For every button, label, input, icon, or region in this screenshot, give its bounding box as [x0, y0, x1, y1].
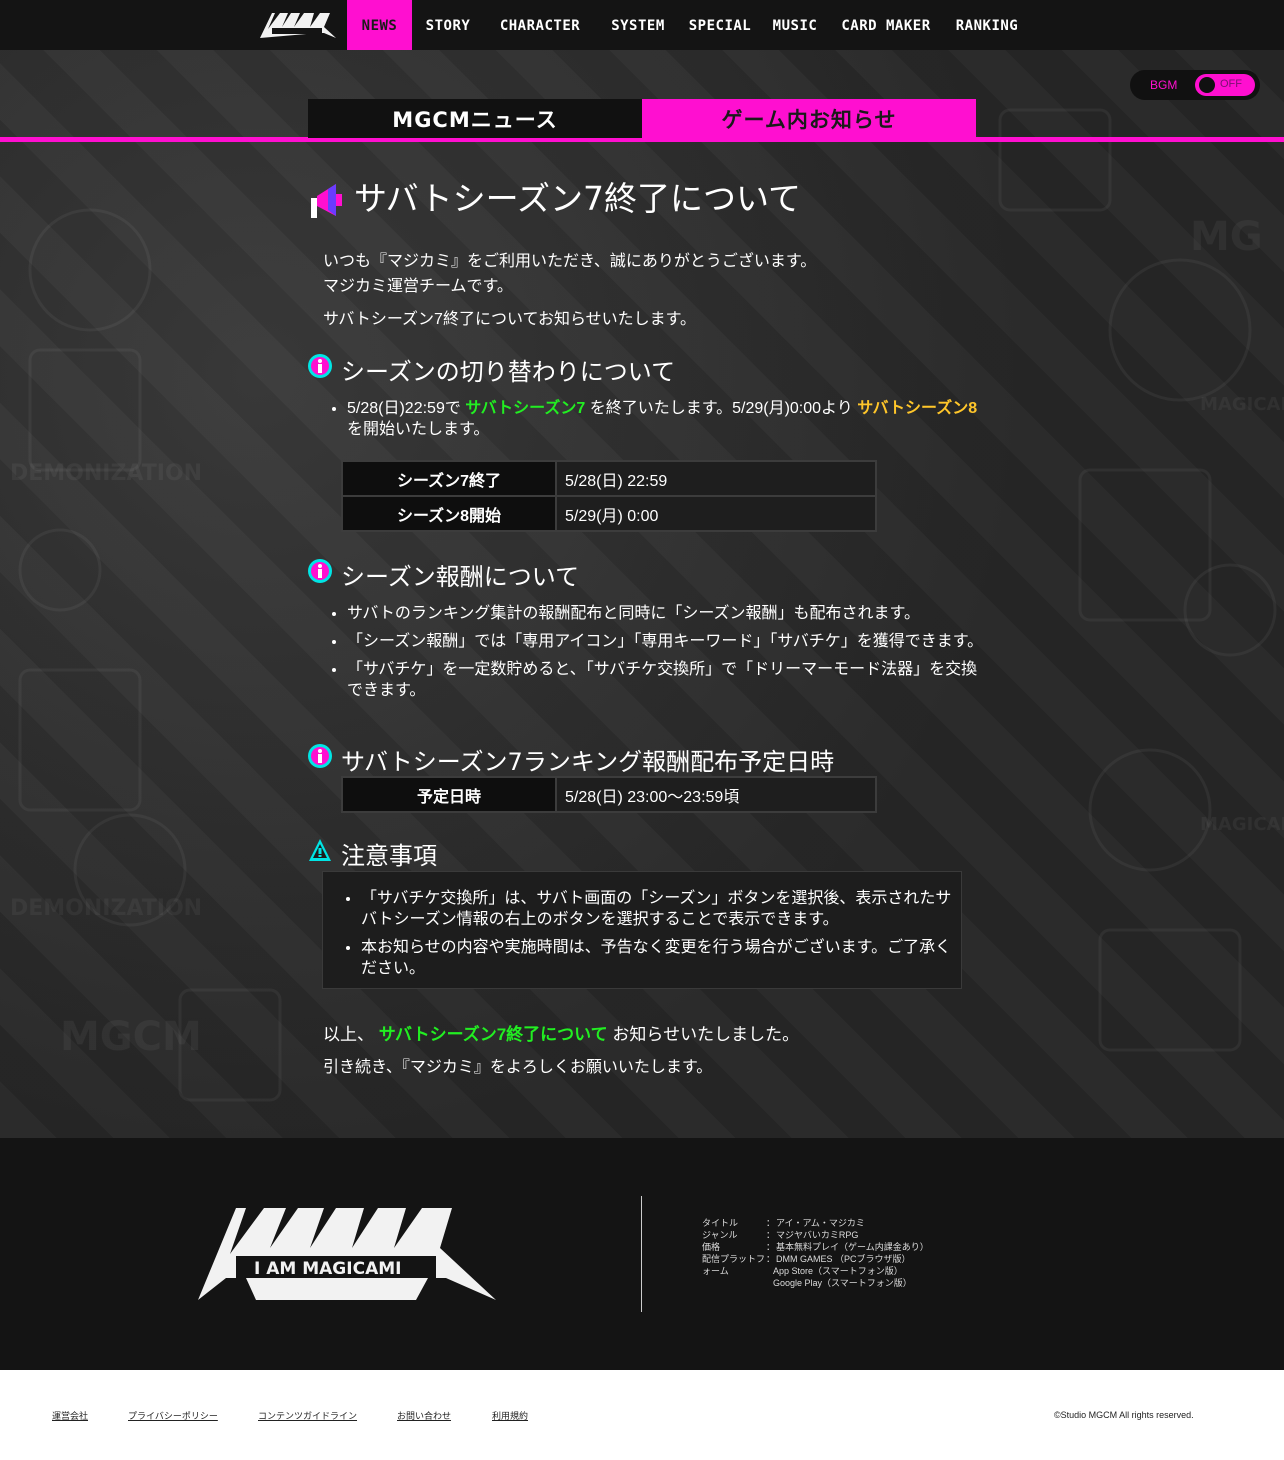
- site-logo[interactable]: [258, 9, 338, 39]
- table-label: シーズン7終了: [341, 460, 557, 497]
- info-value: アイ・アム・マジカミ: [776, 1218, 865, 1228]
- outro-highlight: サバトシーズン7終了について: [378, 1025, 608, 1044]
- section-heading-text: シーズン報酬について: [341, 563, 580, 591]
- info-value: DMM GAMES （PCブラウザ版）: [776, 1254, 911, 1264]
- link-terms[interactable]: 利用規約: [492, 1409, 528, 1422]
- reward-schedule-table: 予定日時 5/28(日) 23:00～23:59頃: [341, 776, 877, 813]
- nav-story[interactable]: STORY: [418, 0, 478, 50]
- table-row: シーズン8開始 5/29(月) 0:00: [341, 495, 877, 532]
- info-value: Google Play（スマートフォン版）: [773, 1278, 912, 1288]
- svg-text:MGCM: MGCM: [60, 1014, 202, 1060]
- info-key: ジャンル: [702, 1230, 738, 1240]
- list-item: 「シーズン報酬」では「専用アイコン」「専用キーワード」「サバチケ」を獲得できます…: [347, 631, 987, 652]
- bgm-toggle[interactable]: BGM OFF: [1130, 70, 1260, 100]
- outro-closing: 引き続き、『マジカミ』をよろしくお願いいたします。: [323, 1059, 713, 1076]
- footer-links-bar: 運営会社 プライバシーポリシー コンテンツガイドライン お問い合わせ 利用規約 …: [0, 1370, 1284, 1460]
- highlight-season7: サバトシーズン7: [465, 400, 586, 417]
- table-label: 予定日時: [341, 776, 557, 813]
- info-key: 価格: [702, 1242, 721, 1252]
- link-contact[interactable]: お問い合わせ: [397, 1409, 451, 1422]
- intro-greeting: いつも『マジカミ』をご利用いただき、誠にありがとうございます。: [323, 253, 817, 270]
- info-value: 基本無料プレイ（ゲーム内課金あり）: [776, 1242, 929, 1252]
- nav-music[interactable]: MUSIC: [770, 0, 820, 50]
- table-value: 5/28(日) 22:59: [555, 460, 877, 497]
- season-rewards-list: サバトのランキング集計の報酬配布と同時に「シーズン報酬」も配布されます。 「シー…: [332, 603, 987, 708]
- info-key: ォーム: [702, 1266, 729, 1276]
- notes-box: 「サバチケ交換所」は、サバト画面の「シーズン」ボタンを選択後、表示されたサバトシ…: [322, 871, 962, 989]
- info-value: App Store（スマートフォン版）: [773, 1266, 903, 1276]
- info-key: 配信プラットフ: [702, 1254, 766, 1264]
- tab-game-notice[interactable]: ゲーム内お知らせ: [642, 99, 976, 138]
- warning-icon: [309, 839, 331, 861]
- intro-notice: サバトシーズン7終了についてお知らせいたします。: [323, 311, 697, 328]
- svg-text:MAGICAMI: MAGICAMI: [1200, 394, 1284, 415]
- info-icon: [308, 559, 332, 583]
- season-switch-list: 5/28(日)22:59で サバトシーズン7 を終了いたします。5/29(月)0…: [332, 398, 987, 447]
- notes-list: 「サバチケ交換所」は、サバト画面の「シーズン」ボタンを選択後、表示されたサバトシ…: [346, 888, 966, 986]
- link-company[interactable]: 運営会社: [52, 1409, 88, 1422]
- highlight-season8: サバトシーズン8: [857, 400, 978, 417]
- svg-text:DEMONIZATION: DEMONIZATION: [10, 896, 202, 921]
- table-label: シーズン8開始: [341, 495, 557, 532]
- nav-card-maker[interactable]: CARD MAKER: [838, 0, 934, 50]
- table-row: 予定日時 5/28(日) 23:00～23:59頃: [341, 776, 877, 813]
- footer: I AM MAGICAMI タイトル： アイ・アム・マジカミ ジャンル： マジヤ…: [0, 1138, 1284, 1370]
- section-heading-text: シーズンの切り替わりについて: [341, 358, 676, 386]
- top-nav: NEWS STORY CHARACTER SYSTEM SPECIAL MUSI…: [0, 0, 1284, 50]
- list-item: 5/28(日)22:59で サバトシーズン7 を終了いたします。5/29(月)0…: [347, 398, 987, 440]
- season-schedule-table: シーズン7終了 5/28(日) 22:59 シーズン8開始 5/29(月) 0:…: [341, 460, 877, 532]
- tab-mgcm-news[interactable]: MGCMニュース: [308, 99, 642, 138]
- section-heading-text: サバトシーズン7ランキング報酬配布予定日時: [341, 748, 835, 776]
- bgm-state: OFF: [1220, 78, 1242, 90]
- bullet-text: 5/28(日)22:59で: [347, 400, 461, 417]
- list-item: 本お知らせの内容や実施時間は、予告なく変更を行う場合がございます。ご了承ください…: [361, 937, 966, 979]
- nav-news[interactable]: NEWS: [347, 0, 412, 50]
- bgm-switch[interactable]: OFF: [1195, 74, 1255, 96]
- article-title: サバトシーズン7終了について: [354, 179, 802, 218]
- list-item: 「サバチケ」を一定数貯めると、「サバチケ交換所」で「ドリーマーモード法器」を交換…: [347, 659, 987, 701]
- table-value: 5/28(日) 23:00～23:59頃: [555, 776, 877, 813]
- nav-character[interactable]: CHARACTER: [494, 0, 586, 50]
- megaphone-icon: [311, 184, 342, 218]
- bullet-text: を開始いたします。: [347, 421, 490, 438]
- nav-ranking[interactable]: RANKING: [952, 0, 1022, 50]
- bgm-switch-knob: [1199, 77, 1215, 93]
- list-item: サバトのランキング集計の報酬配布と同時に「シーズン報酬」も配布されます。: [347, 603, 987, 624]
- section-heading-text: 注意事項: [341, 842, 437, 870]
- svg-text:DEMONIZATION: DEMONIZATION: [10, 461, 202, 486]
- outro-text: お知らせいたしました。: [612, 1025, 800, 1044]
- info-value: マジヤバいカミRPG: [776, 1230, 859, 1240]
- link-privacy-policy[interactable]: プライバシーポリシー: [128, 1409, 218, 1422]
- info-key: タイトル: [702, 1218, 739, 1228]
- link-content-guideline[interactable]: コンテンツガイドライン: [258, 1409, 357, 1422]
- svg-text:MG: MG: [1190, 214, 1263, 260]
- svg-text:MAGICAMI: MAGICAMI: [1200, 814, 1284, 835]
- bgm-label: BGM: [1150, 78, 1178, 92]
- nav-system[interactable]: SYSTEM: [604, 0, 672, 50]
- footer-divider: [641, 1196, 642, 1312]
- copyright: ©Studio MGCM All rights reserved.: [1054, 1410, 1194, 1420]
- bullet-text: を終了いたします。5/29(月)0:00より: [589, 400, 853, 417]
- table-value: 5/29(月) 0:00: [555, 495, 877, 532]
- nav-special[interactable]: SPECIAL: [688, 0, 752, 50]
- outro-line: 以上、 サバトシーズン7終了について お知らせいたしました。: [323, 1022, 799, 1047]
- table-row: シーズン7終了 5/28(日) 22:59: [341, 460, 877, 497]
- list-item: 「サバチケ交換所」は、サバト画面の「シーズン」ボタンを選択後、表示されたサバトシ…: [361, 888, 966, 930]
- outro-text: 以上、: [323, 1025, 374, 1044]
- intro-team: マジカミ運営チームです。: [323, 278, 513, 295]
- footer-logo-text: I AM MAGICAMI: [254, 1259, 401, 1279]
- info-icon: [308, 744, 332, 768]
- footer-logo: I AM MAGICAMI: [198, 1208, 496, 1300]
- info-icon: [308, 354, 332, 378]
